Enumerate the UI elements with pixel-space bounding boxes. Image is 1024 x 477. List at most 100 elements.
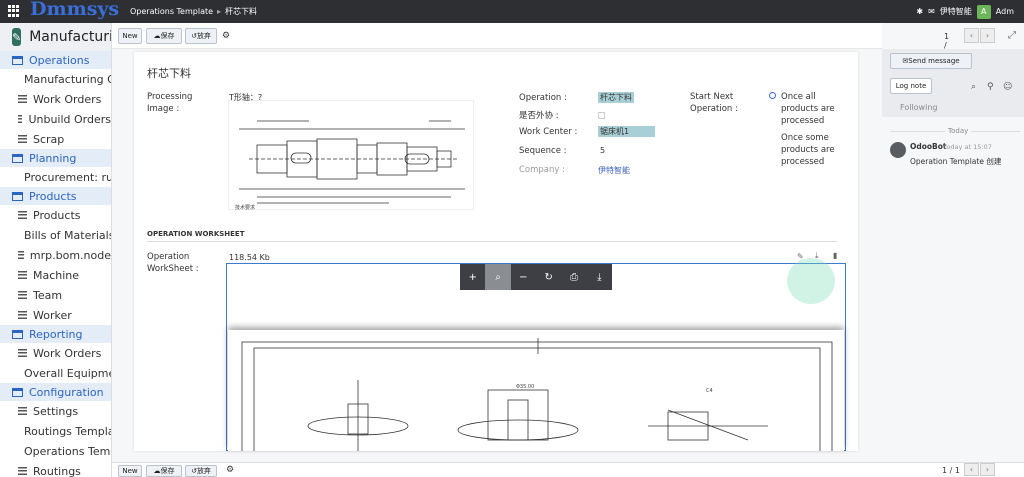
operation-label: Operation :: [519, 93, 567, 103]
menu-section-icon: [12, 387, 23, 397]
discard-button[interactable]: ↺ 放弃: [185, 28, 217, 44]
drawing-caption: T形轴：?: [229, 93, 263, 102]
sidebar-section-products[interactable]: Products: [0, 187, 111, 205]
gear-icon[interactable]: ⚙: [222, 31, 230, 41]
sidebar-section-configuration[interactable]: Configuration: [0, 383, 111, 401]
list-icon: [18, 211, 27, 219]
sidebar-section-reporting[interactable]: Reporting: [0, 325, 111, 343]
sidebar-item[interactable]: Routings: [0, 461, 111, 477]
chatter-panel: [882, 49, 1024, 477]
new-button-bottom[interactable]: New: [118, 465, 142, 477]
svg-text:C4: C4: [706, 388, 713, 394]
user-icon[interactable]: ☺: [1003, 82, 1012, 92]
user-name[interactable]: Adm: [996, 7, 1014, 16]
outsource-checkbox[interactable]: [598, 112, 605, 119]
sequence-field[interactable]: 5: [600, 146, 605, 155]
apps-grid-icon[interactable]: [8, 5, 20, 17]
sidebar-item[interactable]: Settings: [0, 401, 111, 421]
zoom-out-icon[interactable]: −: [511, 264, 536, 290]
pager-prev-button[interactable]: ‹: [964, 28, 979, 43]
sidebar-item-label: Work Orders: [33, 92, 102, 106]
pdf-toolbar: + ⌕ − ↻ ⎙ ⤓: [460, 264, 612, 290]
sidebar-item[interactable]: Unbuild Orders: [0, 109, 111, 129]
workcenter-value: 锯床机1: [598, 126, 656, 137]
wrench-icon: ✎: [12, 28, 22, 46]
discard-button-label: 放弃: [196, 32, 211, 40]
search-icon[interactable]: ⌕: [971, 82, 976, 92]
sidebar-item[interactable]: Overall Equipment: [0, 363, 111, 383]
radio-once-all[interactable]: [769, 92, 776, 99]
sidebar-item[interactable]: Products: [0, 205, 111, 225]
log-note-button[interactable]: Log note: [890, 78, 932, 94]
pager-prev-bottom[interactable]: ‹: [964, 463, 979, 476]
sidebar-item-label: Settings: [33, 404, 79, 418]
sidebar-section-operations[interactable]: Operations: [0, 51, 111, 69]
pager-value-bottom[interactable]: 1 / 1: [942, 466, 960, 475]
following-button[interactable]: Following: [900, 103, 937, 112]
sidebar-item-label: Team: [33, 288, 63, 302]
discard-button-bottom[interactable]: ↺ 放弃: [185, 465, 217, 477]
message-author: OdooBot: [910, 142, 947, 151]
sidebar-item[interactable]: Machine: [0, 265, 111, 285]
brand-accent: sys: [86, 0, 120, 20]
option-once-some[interactable]: Once some products are processed: [781, 132, 851, 168]
list-icon: [18, 135, 27, 143]
send-message-label: Send message: [908, 57, 960, 65]
sidebar-item[interactable]: mrp.bom.node: [0, 245, 111, 265]
brand-main: Dmm: [30, 0, 87, 20]
file-size: 118.54 Kb: [229, 253, 270, 262]
navbar-right: ✱ ✉ 伊特智能 A Adm: [916, 0, 1024, 23]
breadcrumb-parent[interactable]: Operations Template: [130, 7, 213, 16]
sidebar-section-label: Planning: [29, 151, 77, 165]
worksheet-section-title: OPERATION WORKSHEET: [147, 230, 837, 242]
save-button-bottom[interactable]: ☁ 保存: [146, 465, 182, 477]
sidebar-item[interactable]: Team: [0, 285, 111, 305]
avatar[interactable]: A: [976, 4, 991, 19]
sidebar-section-planning[interactable]: Planning: [0, 149, 111, 167]
sidebar-item[interactable]: Worker: [0, 305, 111, 325]
sidebar-item[interactable]: Routings Templates: [0, 421, 111, 441]
paperclip-icon[interactable]: ⚲: [987, 82, 994, 92]
save-button-label: 保存: [160, 32, 175, 40]
bottom-control-panel: New ☁ 保存 ↺ 放弃 ⚙ 1 / 1 ‹ ›: [112, 462, 1024, 477]
list-icon: [18, 467, 27, 475]
pdf-page: Φ35.00 C4: [228, 330, 844, 451]
gear-icon[interactable]: ⚙: [226, 465, 234, 475]
send-message-button[interactable]: ✉ Send message: [890, 53, 972, 69]
worksheet-label: Operation WorkSheet :: [147, 252, 199, 274]
trash-icon[interactable]: ▮: [833, 251, 837, 260]
sidebar-item[interactable]: Operations Templates: [0, 441, 111, 461]
new-button[interactable]: New: [118, 28, 142, 44]
expand-icon[interactable]: ⤢: [1008, 30, 1016, 41]
sidebar-section-label: Operations: [29, 53, 90, 67]
rotate-icon[interactable]: ↻: [536, 264, 561, 290]
sidebar-item[interactable]: Procurement: run: [0, 167, 111, 187]
pager-next-bottom[interactable]: ›: [980, 463, 995, 476]
print-icon[interactable]: ⎙: [561, 264, 586, 290]
zoom-in-icon[interactable]: +: [460, 264, 485, 290]
sidebar-item[interactable]: Work Orders: [0, 89, 111, 109]
list-icon: [18, 349, 27, 357]
save-button[interactable]: ☁ 保存: [146, 28, 182, 44]
sidebar-item[interactable]: Bills of Materials: [0, 225, 111, 245]
company-switcher[interactable]: 伊特智能: [940, 6, 972, 17]
cursor-highlight: [787, 258, 835, 304]
sidebar-item[interactable]: Scrap: [0, 129, 111, 149]
option-once-all[interactable]: Once all products are processed: [781, 91, 851, 127]
company-link[interactable]: 伊特智能: [598, 165, 630, 176]
operation-field[interactable]: 杆芯下料: [598, 92, 634, 103]
sidebar-item[interactable]: Work Orders: [0, 343, 111, 363]
company-label: Company :: [519, 165, 566, 175]
svg-text:技术要求: 技术要求: [235, 204, 255, 211]
workcenter-field[interactable]: 锯床机1: [598, 126, 656, 137]
sidebar-item[interactable]: Manufacturing Orders: [0, 69, 111, 89]
search-icon[interactable]: ⌕: [485, 264, 511, 290]
download-icon[interactable]: ⤓: [587, 264, 612, 290]
chat-icon[interactable]: ✉: [928, 7, 935, 16]
processing-image[interactable]: 技术要求: [228, 100, 474, 211]
sidebar-app-title: Manufacturing: [29, 29, 112, 45]
pager-next-button[interactable]: ›: [980, 28, 995, 43]
sidebar-header: ✎ Manufacturing: [0, 23, 111, 51]
brand-logo[interactable]: Dmmsys: [30, 0, 119, 20]
bug-icon[interactable]: ✱: [916, 7, 923, 16]
